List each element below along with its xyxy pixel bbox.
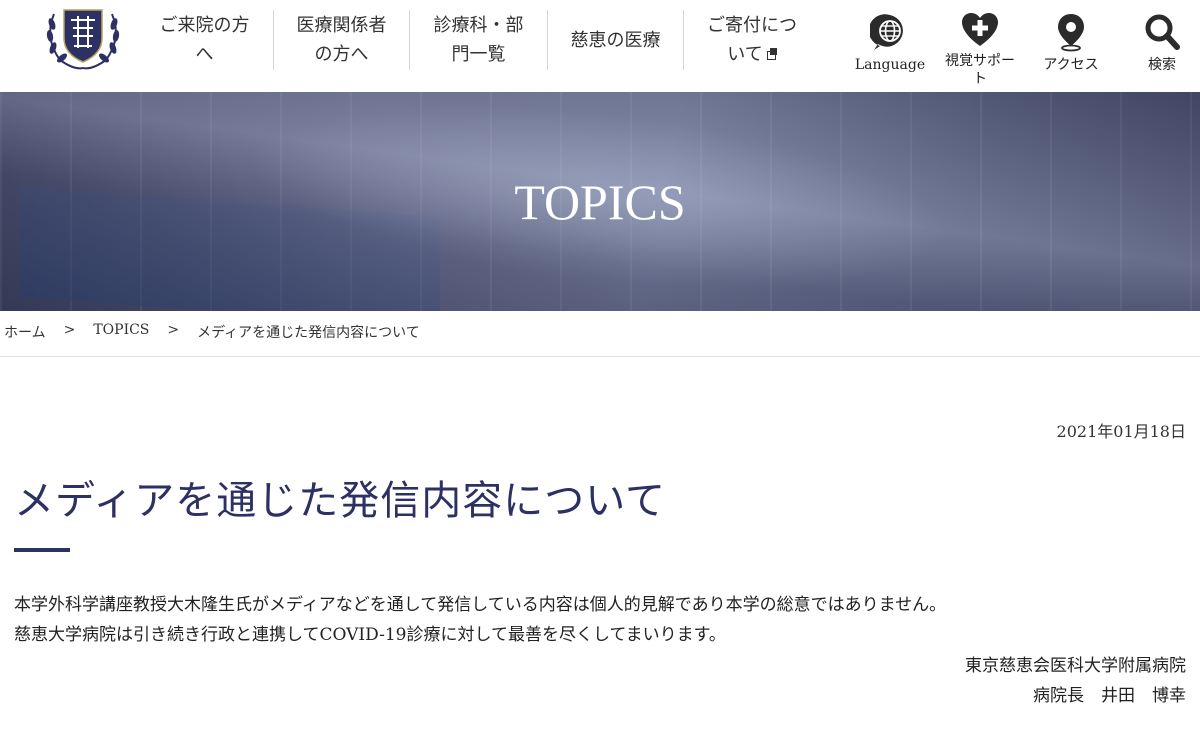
visual-support-button[interactable]: 視覚サポー ト (940, 12, 1020, 88)
breadcrumb-current: メディアを通じた発信内容について (197, 325, 420, 341)
signature-name: 病院長 井田 博幸 (1033, 686, 1186, 706)
nav-departments[interactable]: 診療科・部 門一覧 (410, 10, 548, 70)
article-paragraph: 慈恵大学病院は引き続き行政と連携してCOVID-19診療に対して最善を尽くしてま… (14, 625, 726, 645)
article-body: 本学外科学講座教授大木隆生氏がメディアなどを通して発信している内容は個人的見解で… (14, 590, 946, 650)
title-underline (14, 548, 70, 552)
search-label: 検索 (1148, 57, 1176, 73)
nav-visitors[interactable]: ご来院の方 へ (136, 10, 274, 70)
article-title: メディアを通じた発信内容について (14, 478, 666, 524)
access-button[interactable]: アクセス (1031, 12, 1111, 74)
map-pin-icon (1058, 14, 1084, 52)
signature-organization: 東京慈恵会医科大学附属病院 (965, 656, 1186, 676)
breadcrumb-separator: > (167, 322, 180, 338)
nav-medical-professionals-label: 医療関係者 の方へ (296, 15, 387, 65)
nav-jikei-medicine-label: 慈恵の医療 (570, 29, 661, 51)
external-link-icon (766, 48, 777, 60)
visual-support-label: 視覚サポー ト (945, 53, 1015, 87)
nav-donation-label: ご寄付につ いて (707, 11, 797, 69)
hero-banner: TOPICS (0, 92, 1200, 311)
nav-jikei-medicine[interactable]: 慈恵の医療 (548, 10, 684, 70)
nav-departments-label: 診療科・部 門一覧 (433, 15, 524, 65)
breadcrumb-home[interactable]: ホーム (4, 322, 46, 342)
article-paragraph: 本学外科学講座教授大木隆生氏がメディアなどを通して発信している内容は個人的見解で… (14, 595, 947, 615)
language-label: Language (854, 57, 926, 73)
article-date: 2021年01月18日 (1056, 422, 1186, 441)
access-label: アクセス (1043, 57, 1099, 73)
nav-donation[interactable]: ご寄付につ いて (684, 10, 820, 70)
page-title: TOPICS (514, 173, 686, 230)
search-button[interactable]: 検索 (1122, 12, 1200, 74)
article-signature: 東京慈恵会医科大学附属病院 病院長 井田 博幸 (965, 651, 1186, 711)
nav-medical-professionals[interactable]: 医療関係者 の方へ (274, 10, 410, 70)
globe-icon (870, 14, 903, 50)
nav-donation-text: ご寄付につ いて (707, 15, 797, 65)
breadcrumb-topics[interactable]: TOPICS (93, 322, 149, 342)
main-nav: ご来院の方 へ 医療関係者 の方へ 診療科・部 門一覧 慈恵の医療 ご寄付につ … (136, 10, 820, 70)
site-header: ご来院の方 へ 医療関係者 の方へ 診療科・部 門一覧 慈恵の医療 ご寄付につ … (0, 0, 1200, 92)
nav-visitors-label: ご来院の方 へ (159, 15, 250, 65)
breadcrumb-divider (0, 356, 1200, 357)
heart-plus-icon (962, 13, 998, 46)
breadcrumb-separator: > (63, 322, 76, 338)
university-logo[interactable] (40, 2, 126, 72)
search-icon (1145, 14, 1180, 50)
language-button[interactable]: Language (850, 12, 930, 74)
breadcrumb: ホーム > TOPICS > メディアを通じた発信内容について (4, 322, 420, 342)
